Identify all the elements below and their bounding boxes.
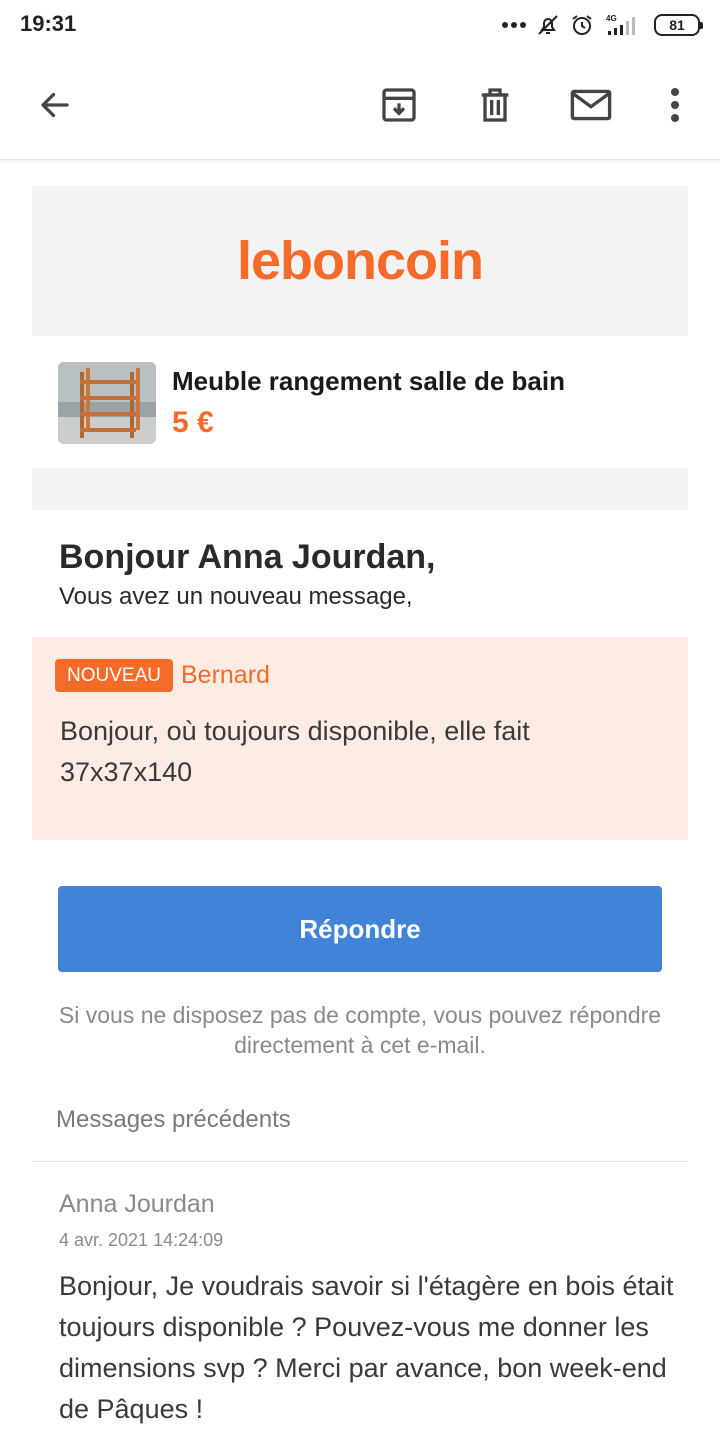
mail-icon[interactable] — [564, 78, 618, 132]
brand-logo[interactable]: leboncoin — [237, 230, 484, 292]
battery-icon: 81 — [654, 14, 703, 36]
more-vert-icon[interactable] — [648, 78, 702, 132]
archive-icon[interactable] — [372, 78, 426, 132]
notifications-off-icon — [536, 13, 560, 37]
ad-title[interactable]: Meuble rangement salle de bain — [172, 366, 565, 397]
greeting: Bonjour Anna Jourdan, Vous avez un nouve… — [32, 510, 688, 637]
reply-button[interactable]: Répondre — [58, 886, 662, 972]
back-arrow-icon[interactable] — [28, 78, 82, 132]
alarm-icon — [570, 13, 594, 37]
ad-thumbnail[interactable] — [58, 362, 156, 444]
new-badge: NOUVEAU — [55, 659, 173, 692]
divider — [32, 1161, 688, 1162]
signal-icon: 4G — [604, 13, 644, 37]
email-body: leboncoin Meuble rangement salle de bain… — [32, 186, 688, 1424]
new-message-card: NOUVEAU Bernard Bonjour, où toujours dis… — [32, 637, 688, 840]
status-time: 19:31 — [20, 11, 77, 36]
greeting-subtitle: Vous avez un nouveau message, — [59, 583, 413, 610]
network-type: 4G — [606, 14, 617, 23]
message-text: Bonjour, où toujours disponible, elle fa… — [60, 716, 530, 787]
ad-summary[interactable]: Meuble rangement salle de bain 5 € — [32, 336, 688, 468]
message-sender: Bernard — [181, 661, 270, 689]
logo-banner: leboncoin — [32, 186, 688, 336]
app-bar — [0, 50, 720, 160]
status-bar: 19:31 4G 81 — [0, 0, 720, 50]
section-divider — [32, 468, 688, 510]
more-dots-icon — [502, 21, 526, 29]
ad-price: 5 € — [172, 406, 214, 439]
previous-message-author: Anna Jourdan — [59, 1190, 215, 1218]
status-icons: 4G 81 — [502, 10, 703, 40]
previous-message-text: Bonjour, Je voudrais savoir si l'étagère… — [59, 1271, 674, 1424]
delete-icon[interactable] — [468, 78, 522, 132]
previous-message-date: 4 avr. 2021 14:24:09 — [59, 1230, 224, 1250]
previous-messages-title: Messages précédents — [56, 1106, 291, 1133]
reply-hint: Si vous ne disposez pas de compte, vous … — [58, 1002, 662, 1058]
greeting-title: Bonjour Anna Jourdan, — [59, 538, 436, 576]
